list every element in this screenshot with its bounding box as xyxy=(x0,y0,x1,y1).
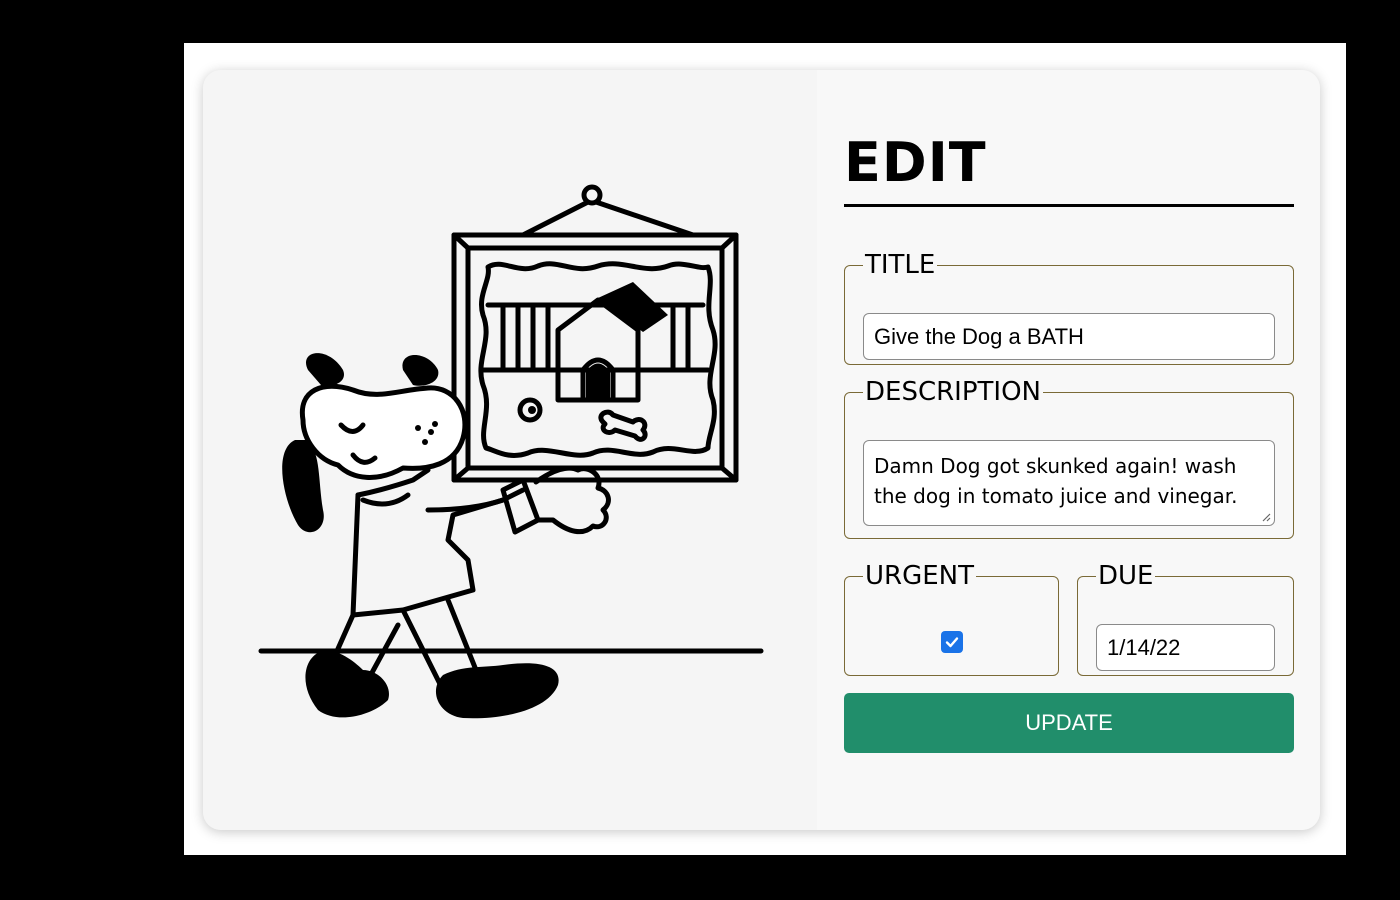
heading-divider xyxy=(844,204,1294,207)
title-input-value: Give the Dog a BATH xyxy=(874,323,1084,349)
due-date-input[interactable]: 1/14/22 xyxy=(1096,624,1275,671)
title-legend: TITLE xyxy=(865,250,936,280)
urgent-legend: URGENT xyxy=(865,561,975,591)
urgent-fieldset: URGENT xyxy=(844,563,1059,676)
edit-card: EDIT TITLE Give the Dog a BATH DESCRIPTI… xyxy=(203,70,1320,830)
update-button[interactable]: UPDATE xyxy=(844,693,1294,753)
edit-form-panel: EDIT TITLE Give the Dog a BATH DESCRIPTI… xyxy=(817,70,1320,830)
page-title: EDIT xyxy=(844,131,987,194)
resize-grip-icon[interactable] xyxy=(1261,512,1271,522)
due-legend: DUE xyxy=(1098,561,1154,591)
description-value: Damn Dog got skunked again! wash the dog… xyxy=(874,454,1238,508)
dog-carrying-picture-icon xyxy=(258,184,764,719)
urgent-checkbox[interactable] xyxy=(941,631,963,653)
description-fieldset: DESCRIPTION Damn Dog got skunked again! … xyxy=(844,379,1294,539)
due-fieldset: DUE 1/14/22 xyxy=(1077,563,1294,676)
checkmark-icon xyxy=(945,637,959,648)
description-legend: DESCRIPTION xyxy=(865,377,1041,407)
description-textarea[interactable]: Damn Dog got skunked again! wash the dog… xyxy=(863,440,1275,526)
page-background: EDIT TITLE Give the Dog a BATH DESCRIPTI… xyxy=(184,43,1346,855)
title-input[interactable]: Give the Dog a BATH xyxy=(863,313,1275,360)
title-fieldset: TITLE Give the Dog a BATH xyxy=(844,252,1294,365)
due-date-value: 1/14/22 xyxy=(1107,634,1181,660)
dog-illustration xyxy=(203,70,817,830)
